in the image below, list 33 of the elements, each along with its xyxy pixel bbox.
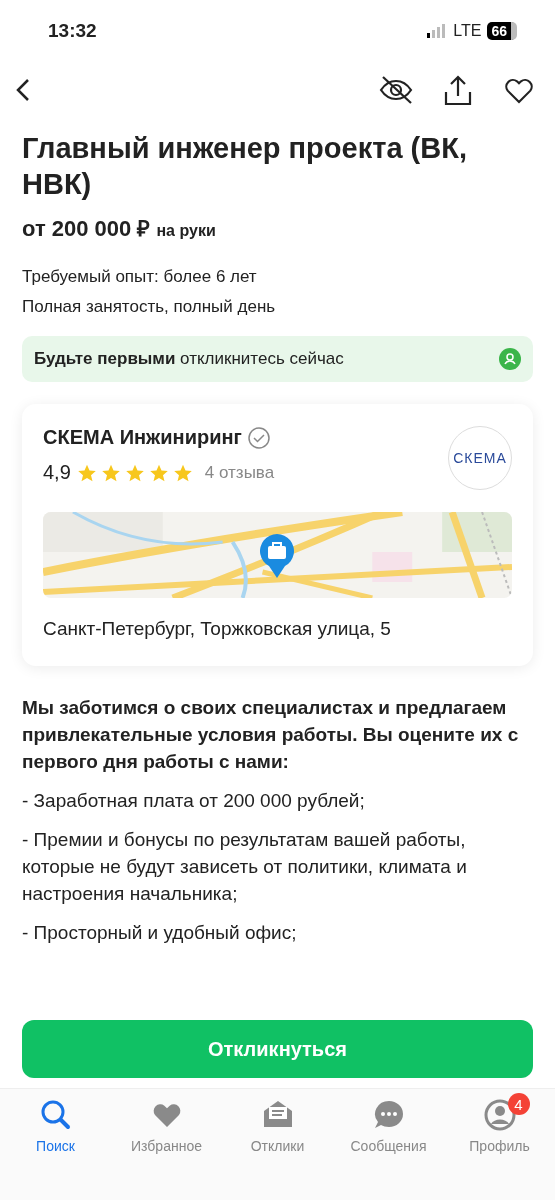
- description-item: - Заработная плата от 200 000 рублей;: [22, 789, 366, 813]
- vacancy-detail: Требуемый опыт: более 6 лет: [22, 266, 258, 288]
- vacancy-title: Главный инженер проекта (ВК, НВК): [22, 131, 468, 202]
- network-label: LTE: [453, 22, 482, 40]
- signal-icon: [427, 24, 448, 38]
- apply-button[interactable]: Откликнуться: [22, 1020, 533, 1078]
- tab-bar-item[interactable]: 4 Профиль: [449, 1091, 550, 1154]
- search-icon: [39, 1099, 72, 1131]
- briefcase-pin-icon: [259, 534, 295, 578]
- tab-bar-item[interactable]: Отклики: [227, 1091, 328, 1154]
- notification-badge: 4: [507, 1093, 530, 1115]
- salary-amount: от 200 000 ₽: [22, 215, 151, 242]
- vacancy-detail: Полная занятость, полный день: [22, 296, 277, 318]
- banner-text: Будьте первыми откликнитесь сейчас: [34, 349, 344, 369]
- hidden-eye-icon[interactable]: [379, 75, 413, 105]
- share-icon[interactable]: [443, 74, 473, 106]
- company-address: Санкт-Петербург, Торжковская улица, 5: [43, 618, 392, 640]
- battery-level: 66: [487, 22, 517, 40]
- company-name[interactable]: СКЕМА Инжиниринг: [43, 426, 242, 449]
- description-intro: Мы заботимся о своих специалистах и предлагаем привлекательные условия работы. Вы оцените их с первого дня работы с нами:: [22, 696, 520, 774]
- tab-bar-item[interactable]: Избранное: [116, 1091, 217, 1154]
- salary-note: на руки: [156, 222, 216, 240]
- chat-icon: [372, 1099, 405, 1131]
- tab-bar-item[interactable]: Поиск: [5, 1091, 106, 1154]
- description-item: - Просторный и удобный офис;: [22, 921, 298, 945]
- description-item: - Премии и бонусы по результатам вашей работы, которые не будут зависеть от политики, климата и настроения начальника;: [22, 828, 468, 906]
- rating-value: 4,9: [43, 461, 71, 484]
- status-time: 13:32: [48, 20, 97, 42]
- back-icon[interactable]: [14, 77, 32, 103]
- profile-icon: [483, 1099, 516, 1131]
- reviews-link[interactable]: 4 отзыва: [204, 462, 275, 483]
- tab-bar-item[interactable]: Сообщения: [338, 1091, 439, 1154]
- person-icon: [499, 348, 521, 370]
